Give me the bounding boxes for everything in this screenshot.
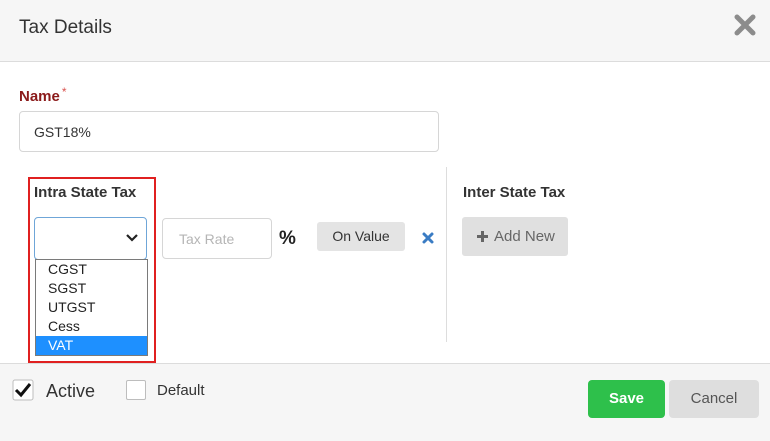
- close-button[interactable]: [732, 12, 758, 38]
- option-cess[interactable]: Cess: [36, 317, 147, 336]
- save-button[interactable]: Save: [588, 380, 665, 418]
- cancel-button[interactable]: Cancel: [669, 380, 759, 418]
- dialog-title: Tax Details: [19, 17, 112, 38]
- option-utgst[interactable]: UTGST: [36, 298, 147, 317]
- on-value-button[interactable]: On Value: [317, 222, 405, 251]
- active-label: Active: [46, 381, 96, 401]
- option-cgst[interactable]: CGST: [36, 260, 147, 279]
- add-new-button[interactable]: Add New: [462, 217, 568, 256]
- remove-x-icon[interactable]: [421, 231, 435, 245]
- name-input[interactable]: [19, 111, 439, 152]
- default-label: Default: [157, 382, 205, 399]
- inter-state-title: Inter State Tax: [463, 184, 566, 201]
- tax-type-select[interactable]: [34, 217, 147, 260]
- tax-type-dropdown: CGST SGST UTGST Cess VAT: [35, 259, 148, 356]
- name-label-text: Name: [19, 88, 60, 105]
- add-new-label: Add New: [494, 228, 555, 245]
- active-checkbox[interactable]: [12, 379, 34, 401]
- required-asterisk: *: [61, 85, 67, 99]
- option-sgst[interactable]: SGST: [36, 279, 147, 298]
- intra-state-title: Intra State Tax: [34, 184, 137, 201]
- dialog-header: Tax Details: [0, 0, 770, 62]
- percent-symbol: %: [279, 228, 296, 249]
- tax-rate-input[interactable]: [162, 218, 272, 259]
- default-checkbox[interactable]: [126, 380, 146, 400]
- name-label: Name *: [19, 85, 67, 105]
- chevron-down-icon: [126, 234, 138, 242]
- close-icon: [734, 14, 756, 36]
- plus-icon: [477, 231, 488, 242]
- section-divider: [446, 167, 447, 342]
- option-vat[interactable]: VAT: [36, 336, 147, 355]
